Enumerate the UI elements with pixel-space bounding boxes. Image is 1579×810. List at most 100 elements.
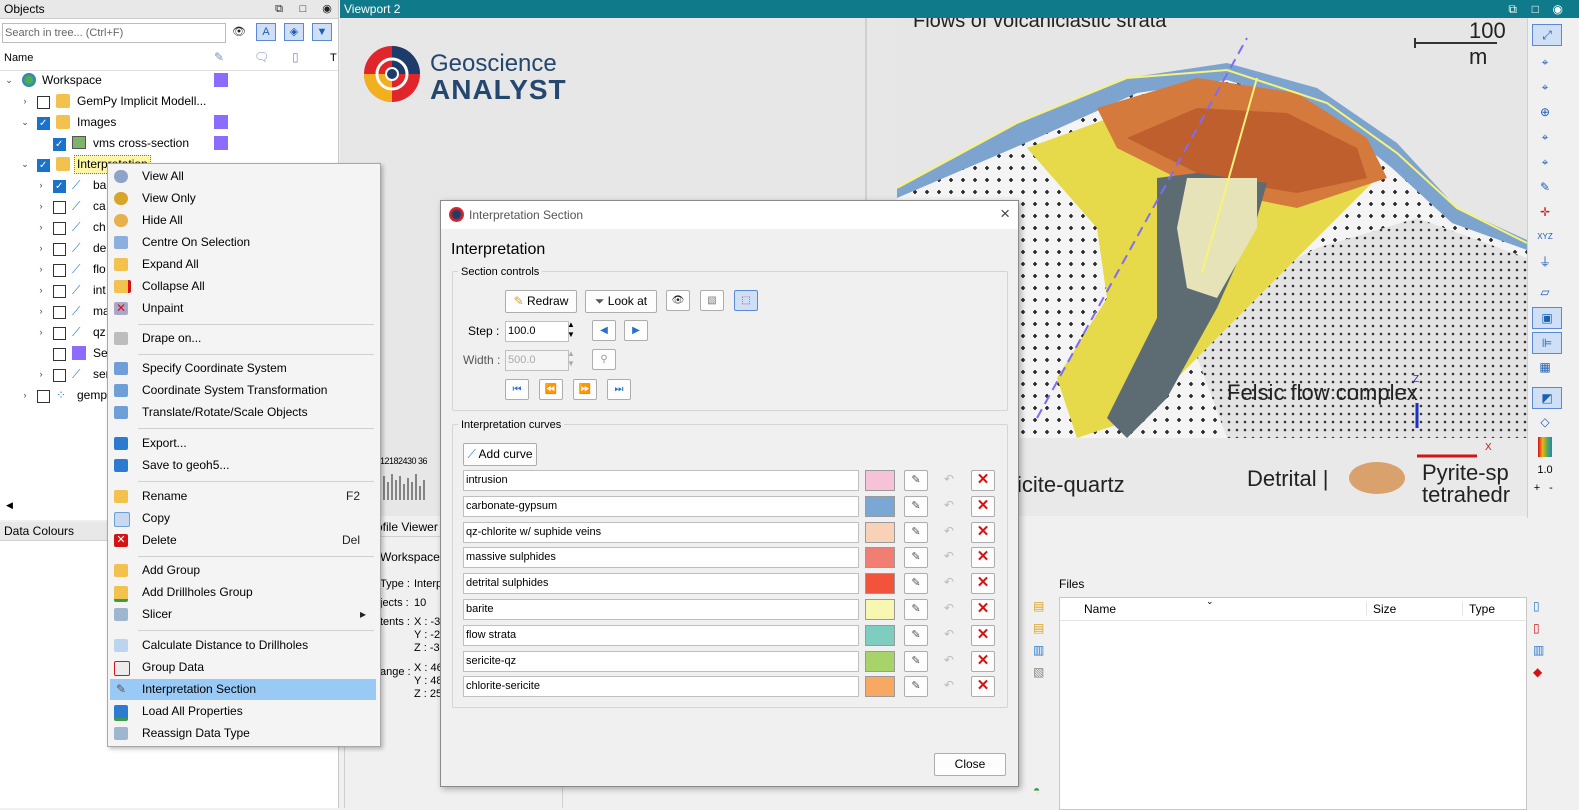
step-back-button[interactable]: ◀ <box>592 320 616 341</box>
curve-name-input[interactable]: flow strata <box>463 624 859 646</box>
width-input[interactable]: 500.0 <box>505 350 569 371</box>
menu-item-view-only[interactable]: View Only <box>110 188 376 209</box>
menu-item-calc-distance[interactable]: Calculate Distance to Drillholes <box>110 635 376 656</box>
delete-curve-icon[interactable]: ✕ <box>971 650 995 672</box>
checkbox[interactable] <box>53 222 66 235</box>
undo-icon[interactable]: ↶ <box>938 547 960 566</box>
delete-curve-icon[interactable]: ✕ <box>971 676 995 698</box>
curve-name-input[interactable]: detrital sulphides <box>463 573 859 595</box>
step-input[interactable]: 100.0 <box>505 321 569 342</box>
ruler-icon[interactable]: ⊫ <box>1532 332 1562 354</box>
expand-arrow-icon[interactable]: › <box>20 91 30 112</box>
filter-a-icon[interactable]: A <box>256 23 276 41</box>
view-east-icon[interactable]: ⌖ <box>1531 127 1559 147</box>
expand-arrow-icon[interactable]: › <box>36 238 46 259</box>
checkbox[interactable] <box>53 327 66 340</box>
selection-box-button[interactable]: ⬚ <box>734 290 758 311</box>
curve-color-swatch[interactable] <box>865 624 895 646</box>
scale-value[interactable]: 1.0 <box>1531 460 1559 480</box>
menu-item-add-drillholes[interactable]: Add Drillholes Group <box>110 582 376 603</box>
menu-item-copy[interactable]: Copy <box>110 508 376 529</box>
menu-item-drape[interactable]: Drape on... <box>110 328 376 349</box>
tree-row-vms[interactable]: vms cross-section <box>0 133 338 155</box>
delete-curve-icon[interactable]: ✕ <box>971 521 995 543</box>
zoom-plus-icon[interactable]: + <box>1531 478 1543 498</box>
menu-item-reassign-type[interactable]: Reassign Data Type <box>110 723 376 744</box>
step-spinner-icon[interactable]: ▲ ▼ <box>567 320 575 340</box>
undo-icon[interactable]: ↶ <box>938 599 960 618</box>
delete-curve-icon[interactable]: ✕ <box>971 495 995 517</box>
delete-curve-icon[interactable]: ✕ <box>971 624 995 646</box>
edit-curve-icon[interactable]: ✎ <box>904 547 928 569</box>
fast-forward-button[interactable]: ⏩ <box>573 379 597 400</box>
curve-name-input[interactable]: barite <box>463 599 859 620</box>
menu-item-export[interactable]: Export... <box>110 433 376 454</box>
rewind-button[interactable]: ⏪ <box>539 379 563 400</box>
tree-row-curve[interactable]: › ⟋ ba <box>0 175 110 197</box>
save-icon[interactable]: ▥ <box>1033 643 1044 657</box>
checkbox[interactable] <box>53 306 66 319</box>
width-spinner-icon[interactable]: ▲ ▼ <box>567 349 575 369</box>
menu-item-expand-all[interactable]: Expand All <box>110 254 376 275</box>
delete-curve-icon[interactable]: ✕ <box>971 470 995 491</box>
edit-curve-icon[interactable]: ✎ <box>904 470 928 491</box>
filter-shape-icon[interactable]: ◈ <box>284 23 304 41</box>
zoom-minus-icon[interactable]: - <box>1545 478 1557 498</box>
curve-color-swatch[interactable] <box>865 599 895 620</box>
files-table[interactable]: Name ⌄ Size Type <box>1059 596 1527 810</box>
file-python-icon[interactable]: ◆ <box>1533 665 1542 679</box>
delete-curve-icon[interactable]: ✕ <box>971 599 995 620</box>
files-col-name[interactable]: Name <box>1084 602 1116 616</box>
expand-arrow-icon[interactable]: › <box>36 196 46 217</box>
zoom-extents-icon[interactable]: ⤢ <box>1532 24 1562 46</box>
pick-icon[interactable]: ✎ <box>1531 177 1559 197</box>
menu-item-load-properties[interactable]: Load All Properties <box>110 701 376 722</box>
file-remove-icon[interactable]: ▯ <box>1533 621 1540 635</box>
edit-curve-icon[interactable]: ✎ <box>904 624 928 646</box>
undo-icon[interactable]: ↶ <box>938 651 960 670</box>
float-panel-icon[interactable]: ⧉ <box>270 1 288 17</box>
menu-item-unpaint[interactable]: ✕ Unpaint <box>110 298 376 319</box>
menu-item-hide-all[interactable]: Hide All <box>110 210 376 231</box>
curve-name-input[interactable]: intrusion <box>463 470 859 491</box>
view-south-icon[interactable]: ⌖ <box>1531 77 1559 97</box>
menu-item-delete[interactable]: ✕ Delete Del <box>110 530 376 551</box>
undo-icon[interactable]: ↶ <box>938 573 960 592</box>
expand-arrow-icon[interactable]: › <box>36 364 46 385</box>
undo-icon[interactable]: ↶ <box>938 496 960 515</box>
xyz-icon[interactable]: XYZ <box>1531 227 1559 247</box>
eraser-icon[interactable]: ◇ <box>1531 412 1559 432</box>
edit-curve-icon[interactable]: ✎ <box>904 599 928 620</box>
curve-color-swatch[interactable] <box>865 676 895 698</box>
curve-name-input[interactable]: carbonate-gypsum <box>463 495 859 517</box>
collapse-arrow-icon[interactable]: ⌄ <box>20 112 30 133</box>
visibility-toggle-button[interactable]: 👁 <box>666 290 690 311</box>
undo-icon[interactable]: ↶ <box>938 522 960 541</box>
float-viewport-icon[interactable]: ⧉ <box>1508 0 1517 18</box>
menu-item-translate[interactable]: Translate/Rotate/Scale Objects <box>110 402 376 423</box>
delete-curve-icon[interactable]: ✕ <box>971 573 995 595</box>
checkbox[interactable] <box>53 264 66 277</box>
checkbox[interactable] <box>53 176 66 197</box>
visibility-icon[interactable]: 👁 <box>230 24 248 40</box>
menu-item-add-group[interactable]: Add Group <box>110 560 376 581</box>
menu-item-save-geoh5[interactable]: Save to geoh5... <box>110 455 376 476</box>
scroll-left-icon[interactable]: ◀ <box>6 500 13 511</box>
file-save-icon[interactable]: ▥ <box>1533 643 1544 657</box>
properties-icon[interactable]: ▧ <box>1033 665 1044 679</box>
edit-curve-icon[interactable]: ✎ <box>904 676 928 698</box>
grid-icon[interactable]: ▦ <box>1531 357 1559 377</box>
tree-row-curve[interactable]: › ⟋ ma <box>0 301 110 322</box>
checkbox[interactable] <box>53 134 66 155</box>
expand-arrow-icon[interactable]: › <box>36 217 46 238</box>
curve-color-swatch[interactable] <box>865 650 895 672</box>
tree-row-curve[interactable]: › ⟋ ca <box>0 196 110 217</box>
step-forward-button[interactable]: ▶ <box>624 320 648 341</box>
box-view-button[interactable]: ▧ <box>700 290 724 311</box>
menu-item-specify-crs[interactable]: Specify Coordinate System <box>110 358 376 379</box>
curve-name-input[interactable]: chlorite-sericite <box>463 676 859 698</box>
collapse-arrow-icon[interactable]: ⌄ <box>4 70 14 91</box>
checkbox[interactable] <box>53 243 66 256</box>
checkbox[interactable] <box>37 113 50 134</box>
width-tool-button[interactable]: ⚲ <box>592 349 616 370</box>
